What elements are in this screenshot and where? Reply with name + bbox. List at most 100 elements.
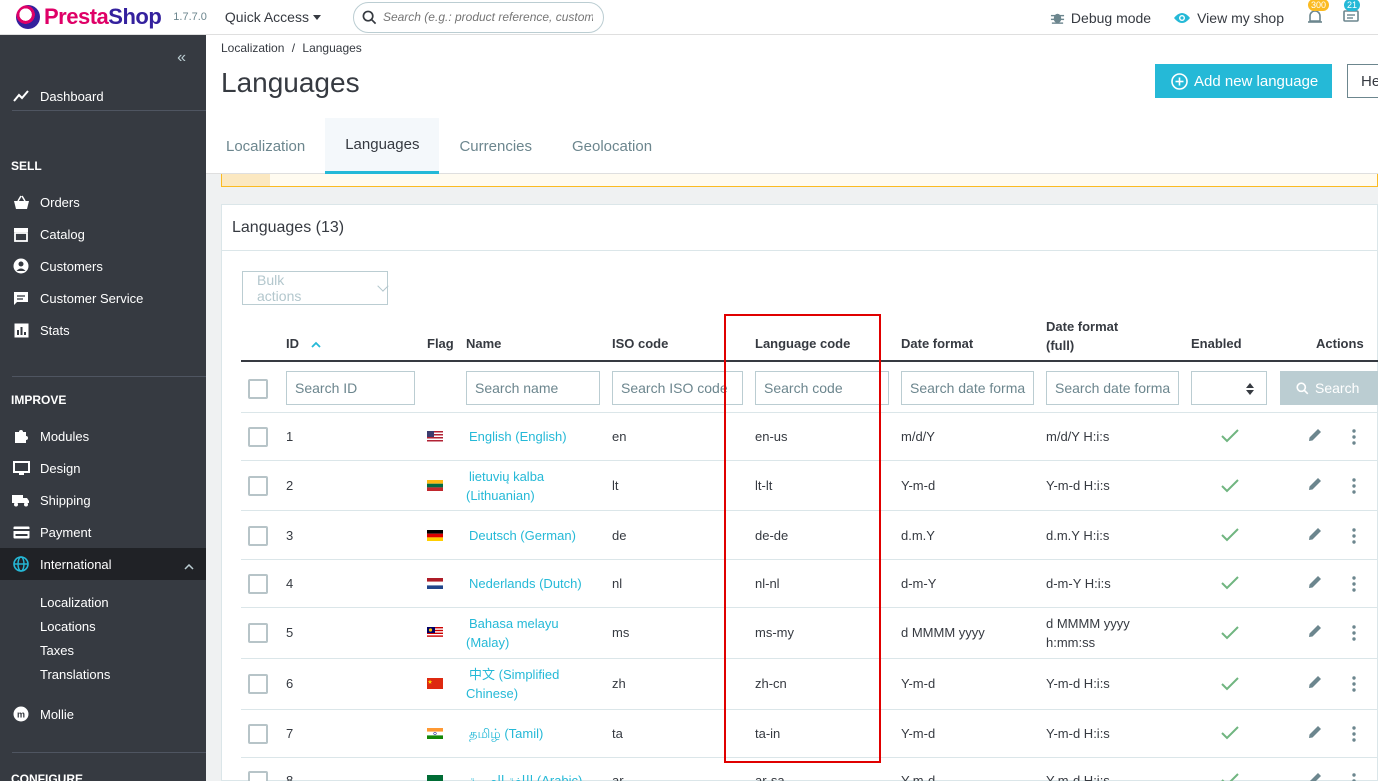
search-filter-button[interactable]: Search: [1280, 371, 1378, 405]
enabled-check-icon[interactable]: [1220, 725, 1240, 741]
breadcrumb-separator: /: [291, 41, 296, 55]
filter-date-input[interactable]: Search date forma: [901, 371, 1034, 405]
help-button[interactable]: He: [1347, 64, 1378, 98]
enabled-check-icon[interactable]: [1220, 772, 1240, 781]
submenu-localization[interactable]: Localization: [40, 595, 109, 610]
cell-date-format-full: Y-m-d H:i:s: [1046, 478, 1110, 493]
submenu-locations[interactable]: Locations: [40, 619, 96, 634]
orders-notification[interactable]: 300: [1306, 0, 1330, 28]
sidebar-item-shipping[interactable]: Shipping: [0, 484, 206, 516]
more-options-icon[interactable]: [1350, 772, 1358, 781]
sidebar-item-orders[interactable]: Orders: [0, 186, 206, 218]
cell-date-format: Y-m-d: [901, 478, 936, 493]
enabled-check-icon[interactable]: [1220, 676, 1240, 692]
column-header-date-format-full[interactable]: Date format (full): [1046, 317, 1118, 355]
sort-asc-icon[interactable]: [310, 341, 321, 348]
tab-currencies[interactable]: Currencies: [439, 118, 552, 174]
sidebar-item-design[interactable]: Design: [0, 452, 206, 484]
cell-date-format: d MMMM yyyy: [901, 625, 985, 640]
cell-date-format-full: Y-m-d H:i:s: [1046, 726, 1110, 741]
sidebar-item-customer-service[interactable]: Customer Service: [0, 282, 206, 314]
cell-date-format: Y-m-d: [901, 676, 936, 691]
more-options-icon[interactable]: [1350, 527, 1358, 545]
more-options-icon[interactable]: [1350, 428, 1358, 446]
sidebar-item-customers[interactable]: Customers: [0, 250, 206, 282]
tab-localization[interactable]: Localization: [206, 118, 325, 174]
cell-name[interactable]: English (English): [469, 427, 567, 446]
enabled-check-icon[interactable]: [1220, 428, 1240, 444]
filter-date-full-input[interactable]: Search date forma: [1046, 371, 1179, 405]
row-checkbox[interactable]: [248, 526, 268, 546]
top-search-box[interactable]: [352, 1, 604, 33]
column-header-name[interactable]: Name: [466, 336, 501, 351]
submenu-taxes[interactable]: Taxes: [40, 643, 74, 658]
more-options-icon[interactable]: [1350, 725, 1358, 743]
filter-enabled-select[interactable]: [1191, 371, 1267, 405]
cell-name[interactable]: Bahasa melayu (Malay): [466, 614, 559, 652]
column-header-id-label: ID: [286, 336, 299, 351]
desktop-icon: [12, 459, 30, 477]
edit-pencil-icon[interactable]: [1307, 574, 1323, 590]
cell-name[interactable]: Deutsch (German): [469, 526, 576, 545]
sidebar-item-catalog[interactable]: Catalog: [0, 218, 206, 250]
filter-name-input[interactable]: Search name: [466, 371, 600, 405]
eye-icon: [1174, 12, 1191, 23]
edit-pencil-icon[interactable]: [1307, 526, 1323, 542]
edit-pencil-icon[interactable]: [1307, 476, 1323, 492]
globe-icon: [12, 555, 30, 573]
cell-name[interactable]: Nederlands (Dutch): [469, 574, 582, 593]
column-header-iso[interactable]: ISO code: [612, 336, 668, 351]
enabled-check-icon[interactable]: [1220, 575, 1240, 591]
collapse-sidebar-icon[interactable]: «: [177, 49, 186, 67]
submenu-translations[interactable]: Translations: [40, 667, 110, 682]
cell-name[interactable]: lietuvių kalba (Lithuanian): [466, 467, 544, 505]
more-options-icon[interactable]: [1350, 477, 1358, 495]
cell-name[interactable]: اللغة العربية (Arabic): [469, 771, 582, 781]
cell-date-format-full: Y-m-d H:i:s: [1046, 773, 1110, 781]
select-all-checkbox[interactable]: [248, 379, 268, 399]
debug-mode-link[interactable]: Debug mode: [1050, 10, 1151, 26]
column-header-date-format[interactable]: Date format: [901, 336, 973, 351]
more-options-icon[interactable]: [1350, 675, 1358, 693]
edit-pencil-icon[interactable]: [1307, 623, 1323, 639]
filter-id-input[interactable]: Search ID: [286, 371, 415, 405]
customers-notification[interactable]: 21: [1342, 0, 1362, 28]
configure-section-title: CONFIGURE: [11, 772, 83, 781]
prestashop-logo[interactable]: PrestaShop: [16, 4, 162, 30]
sidebar-item-modules[interactable]: Modules: [0, 420, 206, 452]
row-checkbox[interactable]: [248, 427, 268, 447]
enabled-check-icon[interactable]: [1220, 527, 1240, 543]
column-header-enabled[interactable]: Enabled: [1191, 336, 1242, 351]
row-checkbox[interactable]: [248, 476, 268, 496]
tab-geolocation[interactable]: Geolocation: [552, 118, 672, 174]
column-header-id[interactable]: ID: [286, 336, 321, 351]
sidebar-item-payment[interactable]: Payment: [0, 516, 206, 548]
add-new-language-button[interactable]: Add new language: [1155, 64, 1333, 98]
quick-access-dropdown[interactable]: Quick Access: [225, 9, 321, 25]
bulk-actions-dropdown[interactable]: Bulk actions: [242, 271, 389, 305]
sidebar-item-mollie[interactable]: m Mollie: [0, 698, 206, 730]
edit-pencil-icon[interactable]: [1307, 771, 1323, 781]
row-checkbox[interactable]: [248, 574, 268, 594]
edit-pencil-icon[interactable]: [1307, 427, 1323, 443]
enabled-check-icon[interactable]: [1220, 478, 1240, 494]
edit-pencil-icon[interactable]: [1307, 724, 1323, 740]
row-checkbox[interactable]: [248, 771, 268, 781]
more-options-icon[interactable]: [1350, 575, 1358, 593]
sidebar-item-international[interactable]: International: [0, 548, 206, 580]
breadcrumb-parent[interactable]: Localization: [221, 41, 284, 55]
top-search-input[interactable]: [382, 10, 593, 24]
sidebar-divider: [12, 110, 206, 111]
row-checkbox[interactable]: [248, 623, 268, 643]
cell-name[interactable]: தமிழ் (Tamil): [469, 724, 543, 743]
enabled-check-icon[interactable]: [1220, 625, 1240, 641]
view-shop-link[interactable]: View my shop: [1173, 10, 1284, 26]
tab-languages[interactable]: Languages: [325, 118, 440, 174]
sidebar-item-dashboard[interactable]: Dashboard: [0, 80, 206, 112]
more-options-icon[interactable]: [1350, 624, 1358, 642]
sidebar-item-stats[interactable]: Stats: [0, 314, 206, 346]
row-checkbox[interactable]: [248, 674, 268, 694]
row-checkbox[interactable]: [248, 724, 268, 744]
edit-pencil-icon[interactable]: [1307, 674, 1323, 690]
cell-name[interactable]: 中文 (Simplified Chinese): [466, 665, 559, 703]
